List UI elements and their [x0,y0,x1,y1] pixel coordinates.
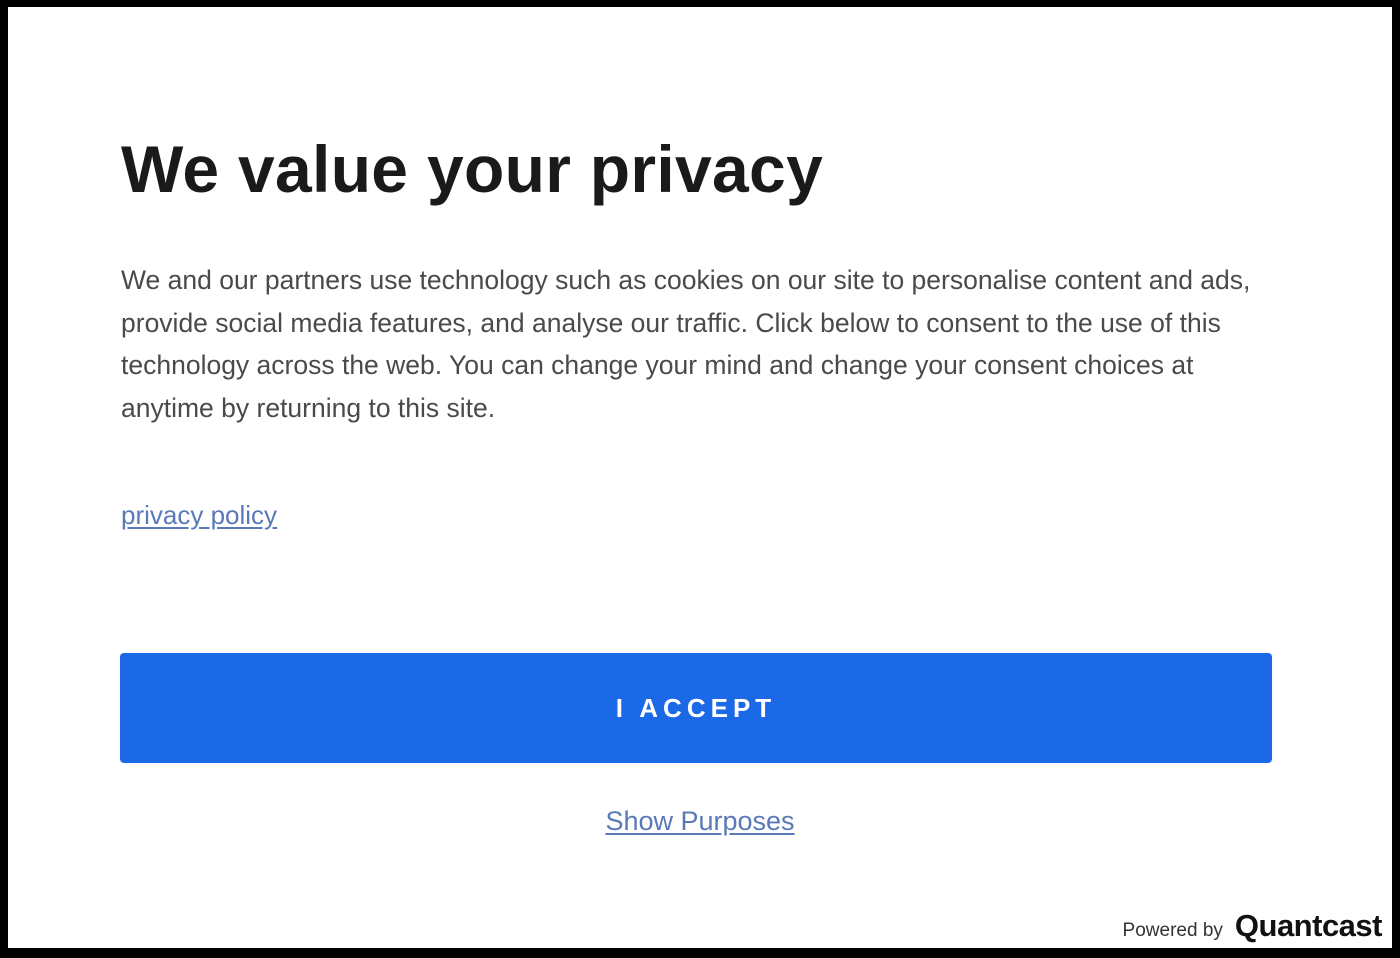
powered-by-label: Powered by [1122,920,1223,941]
consent-description: We and our partners use technology such … [121,265,1251,423]
show-purposes-link[interactable]: Show Purposes [605,806,794,836]
dialog-title: We value your privacy [121,132,824,206]
accept-button[interactable]: I ACCEPT [120,653,1272,763]
show-purposes-container: Show Purposes [8,801,1392,841]
powered-by-footer: Powered by Quantcast [1122,908,1383,944]
consent-dialog: We value your privacy We and our partner… [0,0,1400,958]
quantcast-logo: Quantcast [1234,908,1383,943]
privacy-policy-link[interactable]: privacy policy [121,497,277,533]
